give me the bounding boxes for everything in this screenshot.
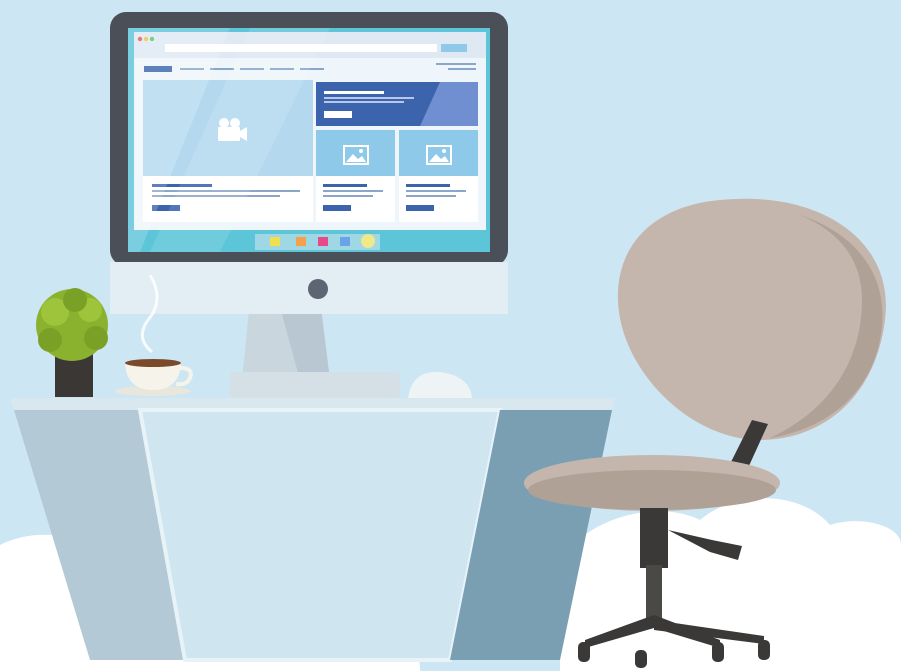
desk-front-panel bbox=[137, 408, 503, 662]
chair-post bbox=[640, 508, 668, 568]
cloud-right bbox=[560, 498, 901, 671]
desk bbox=[10, 398, 615, 662]
dock-icon bbox=[270, 237, 280, 246]
dock-icon bbox=[361, 234, 375, 248]
office-illustration bbox=[0, 0, 901, 671]
monitor-power-button bbox=[308, 279, 328, 299]
monitor bbox=[110, 12, 508, 314]
office-scene bbox=[0, 0, 901, 671]
image-card-1-button bbox=[323, 205, 351, 211]
dock-icon bbox=[318, 237, 328, 246]
banner-button bbox=[324, 111, 352, 118]
dock-icon bbox=[340, 237, 350, 246]
image-card-2-button bbox=[406, 205, 434, 211]
browser-go-button bbox=[441, 44, 467, 52]
dock-icon bbox=[296, 237, 306, 246]
